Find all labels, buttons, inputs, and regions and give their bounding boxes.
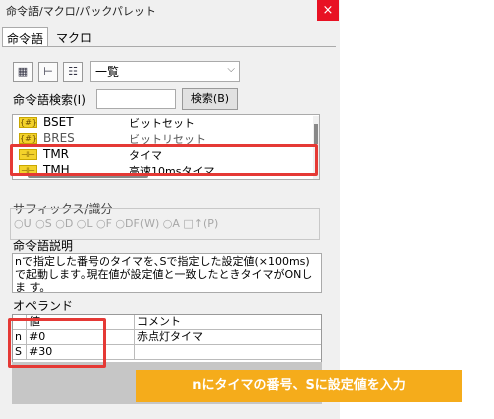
highlight-box-operands [8, 318, 106, 368]
search-button[interactable]: 検索(B) [182, 88, 238, 110]
view-mode-value: 一覧 [95, 65, 120, 79]
instruction-desc: ビットセット [129, 117, 195, 130]
tree-view-button[interactable]: ⊢ [38, 62, 58, 82]
close-icon: × [322, 3, 334, 18]
tab-macro[interactable]: マクロ [52, 27, 94, 47]
view-mode-select[interactable]: 一覧 ⌵ [90, 61, 240, 82]
close-button[interactable]: × [317, 0, 339, 21]
instruction-icon: {#} [19, 133, 37, 144]
description-text: nで指定した番号のタイマを､Sで指定した設定値(×100ms)で起動します｡現在… [12, 253, 322, 293]
callout-label: nにタイマの番号、Sに設定値を入力 [136, 370, 462, 402]
search-label: 命令語検索(I) [13, 93, 86, 107]
instruction-name: BSET [43, 115, 74, 129]
window-title: 命令語/マクロ/パックパレット [6, 5, 156, 18]
list-view-icon: ☷ [68, 65, 78, 78]
tab-instruction[interactable]: 命令語 [2, 27, 48, 47]
suffix-options[interactable]: ○U ○S ○D ○L ○F ○DF(W) ○A □↑(P) [14, 217, 218, 230]
grid-view-button[interactable]: ▦ [13, 62, 33, 82]
instruction-icon: {#} [19, 117, 37, 128]
grid-view-icon: ▦ [17, 65, 29, 78]
instruction-name: BRES [43, 131, 75, 145]
description-label: 命令語説明 [13, 239, 74, 253]
chevron-down-icon: ⌵ [227, 64, 235, 75]
operand-comment[interactable] [135, 345, 321, 360]
header-comment: コメント [137, 315, 181, 328]
scrollbar-thumb[interactable] [314, 124, 318, 144]
operand-label: オペランド [13, 299, 74, 313]
list-view-button[interactable]: ☷ [63, 62, 83, 82]
operand-comment[interactable]: 赤点灯タイマ [135, 330, 321, 345]
list-item[interactable]: {#} BSET ビットセット [13, 115, 303, 131]
tree-view-icon: ⊢ [43, 65, 53, 78]
highlight-box-tmr [10, 144, 318, 176]
title-bar[interactable]: 命令語/マクロ/パックパレット × [0, 0, 340, 22]
instruction-palette-window: 命令語/マクロ/パックパレット × 命令語 マクロ ▦ ⊢ ☷ 一覧 ⌵ 命令語… [0, 0, 340, 419]
search-input[interactable] [96, 89, 176, 109]
